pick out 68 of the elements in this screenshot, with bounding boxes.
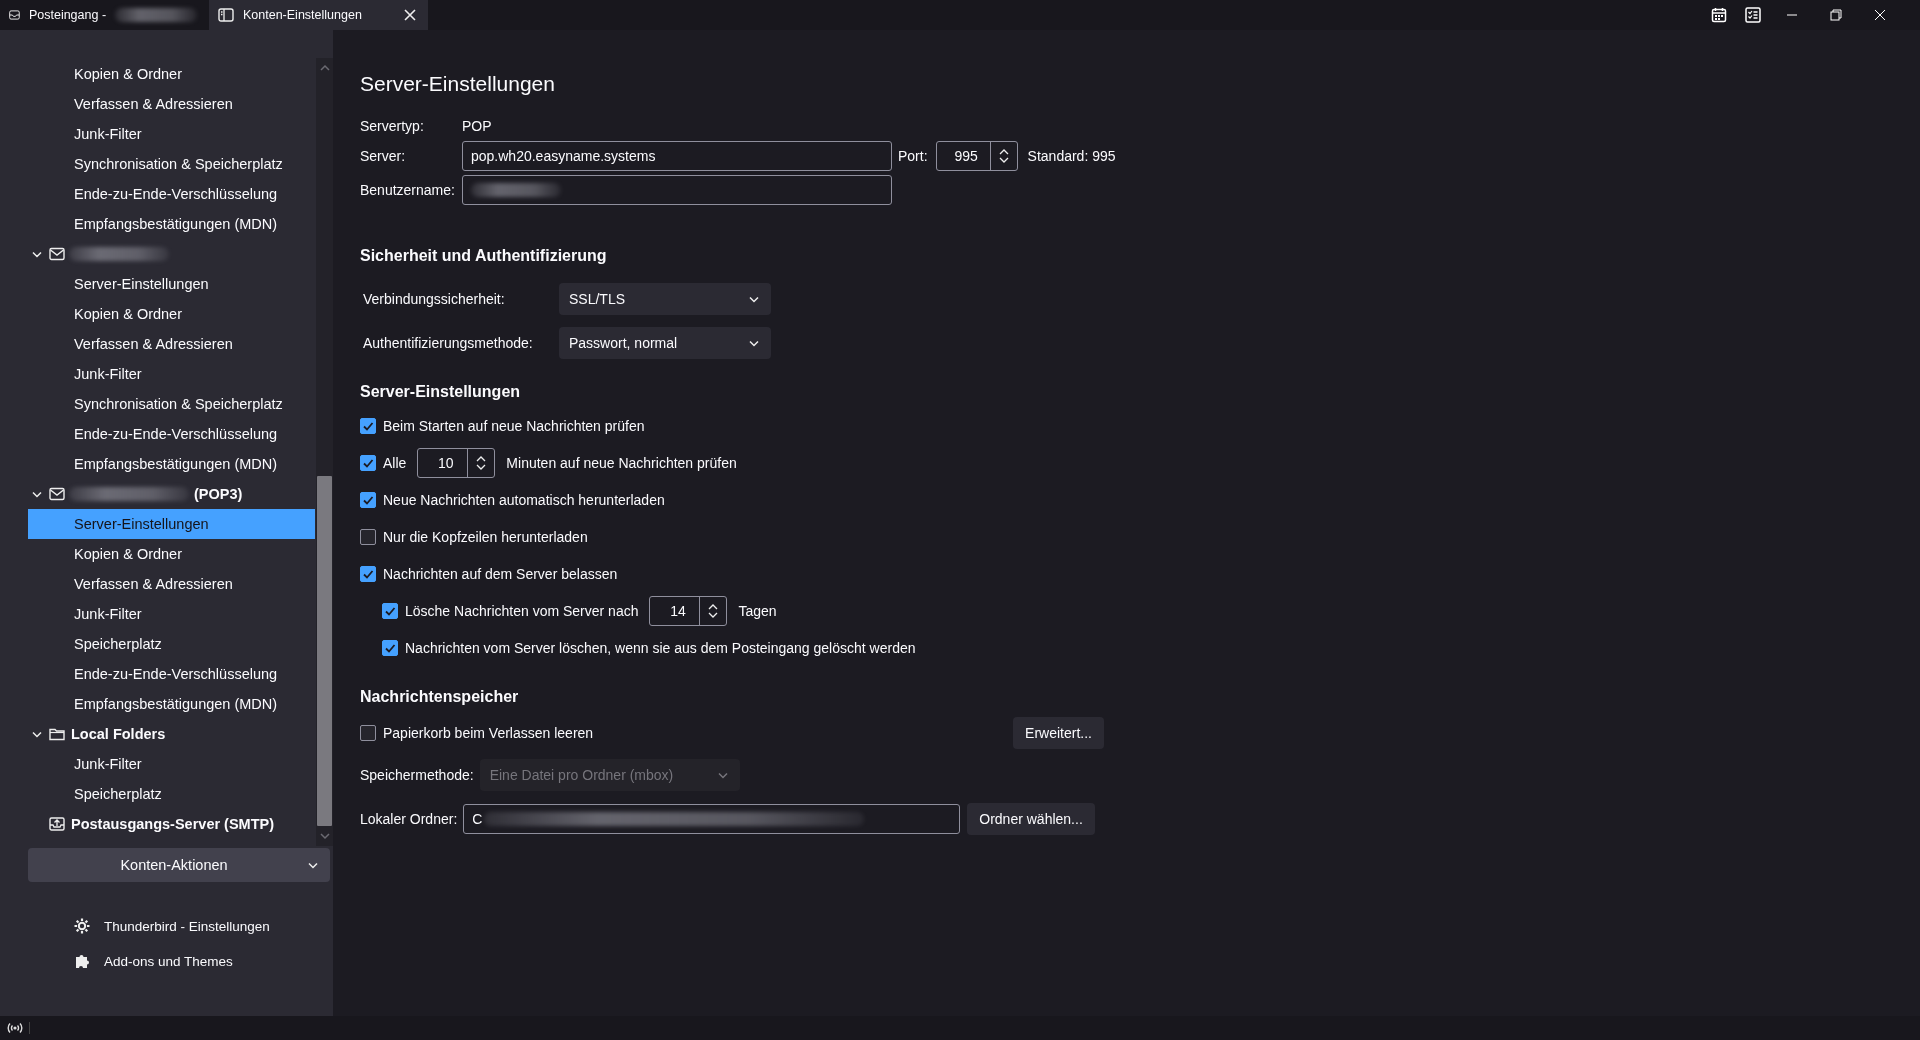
sidebar-item[interactable]: Verfassen & Adressieren — [28, 89, 316, 119]
account-row[interactable]: (POP3) — [28, 479, 316, 509]
section-heading: Server-Einstellungen — [360, 383, 522, 401]
sidebar-item[interactable]: Junk-Filter — [28, 599, 316, 629]
field-label: Server: — [360, 148, 407, 164]
sidebar-item[interactable]: Empfangsbestätigungen (MDN) — [28, 689, 316, 719]
field-label: Port: — [898, 148, 928, 164]
checkbox-label[interactable]: Papierkorb beim Verlassen leeren — [383, 724, 594, 741]
field-label: Lokaler Ordner: — [360, 811, 458, 827]
sidebar-item[interactable]: Speicherplatz — [28, 779, 316, 809]
choose-folder-button[interactable]: Ordner wählen... — [967, 803, 1095, 835]
checkbox-label[interactable]: Beim Starten auf neue Nachrichten prüfen — [383, 417, 645, 434]
sidebar-item[interactable]: Kopien & Ordner — [28, 59, 316, 89]
local-folder-field[interactable]: C — [463, 804, 961, 834]
checkbox-label[interactable]: Alle — [383, 454, 407, 471]
checkbox-label[interactable]: Nachrichten auf dem Server belassen — [383, 565, 618, 582]
sidebar-item[interactable]: Verfassen & Adressieren — [28, 329, 316, 359]
sidebar-item[interactable]: Ende-zu-Ende-Verschlüsselung — [28, 659, 316, 689]
field-label: Authentifizierungsmethode: — [362, 335, 534, 351]
account-type: (POP3) — [194, 486, 243, 502]
tab-label[interactable]: Konten-Einstellungen — [243, 8, 362, 22]
field-label: Benutzername: — [360, 182, 456, 198]
section-heading: Sicherheit und Authentifizierung — [360, 247, 608, 265]
sidebar-item[interactable]: Junk-Filter — [28, 749, 316, 779]
sidebar-item[interactable]: Junk-Filter — [28, 119, 316, 149]
number-field[interactable]: 14 — [649, 595, 728, 626]
checkbox-label[interactable]: Nur die Kopfzeilen herunterladen — [383, 528, 588, 545]
checkbox-label: Minuten auf neue Nachrichten prüfen — [506, 454, 737, 471]
sidebar-item[interactable]: Kopien & Ordner — [28, 299, 316, 329]
page-title: Server-Einstellungen — [360, 72, 556, 96]
sidebar-item[interactable]: Speicherplatz — [28, 629, 316, 659]
checkbox-label: Tagen — [738, 602, 777, 619]
sidebar-item[interactable]: Server-Einstellungen — [28, 509, 315, 539]
field-label: Verbindungssicherheit: — [362, 291, 506, 307]
sidebar-item[interactable]: Synchronisation & Speicherplatz — [28, 389, 316, 419]
footer-link[interactable]: Thunderbird - Einstellungen — [104, 918, 270, 934]
checkbox-label[interactable]: Neue Nachrichten automatisch herunterladen — [383, 491, 665, 508]
account-row[interactable]: Postausgangs-Server (SMTP) — [28, 809, 316, 839]
server-type-value: POP — [462, 117, 492, 136]
server-field[interactable]: pop.wh20.easyname.systems — [462, 141, 892, 171]
tab-label[interactable]: Posteingang - — [28, 8, 107, 22]
account-actions-button[interactable]: Konten-Aktionen — [28, 848, 330, 882]
tab[interactable]: Konten-Einstellungen — [209, 0, 428, 30]
checkbox-label[interactable]: Lösche Nachrichten vom Server nach — [405, 602, 639, 619]
sidebar-item[interactable]: Empfangsbestätigungen (MDN) — [28, 209, 316, 239]
account-name: Local Folders — [71, 726, 166, 742]
field-label: Speichermethode: — [360, 767, 474, 783]
dropdown[interactable]: SSL/TLS — [559, 283, 771, 315]
checkbox-label[interactable]: Nachrichten vom Server löschen, wenn sie aus dem Posteingang gelöscht werden — [405, 639, 916, 656]
account-name: Postausgangs-Server (SMTP) — [71, 816, 275, 832]
default-port-text: Standard: 995 — [1027, 148, 1116, 164]
sidebar-item[interactable]: Empfangsbestätigungen (MDN) — [28, 449, 316, 479]
sidebar-item[interactable]: Verfassen & Adressieren — [28, 569, 316, 599]
sidebar-item[interactable]: Junk-Filter — [28, 359, 316, 389]
advanced-button[interactable]: Erweitert... — [1013, 716, 1104, 749]
dropdown[interactable]: Passwort, normal — [559, 327, 771, 359]
footer-link[interactable]: Add-ons und Themes — [104, 953, 233, 969]
account-row[interactable]: Local Folders — [28, 719, 316, 749]
section-heading: Nachrichtenspeicher — [360, 688, 520, 706]
number-field[interactable]: 10 — [417, 447, 496, 478]
sidebar-item[interactable]: Ende-zu-Ende-Verschlüsselung — [28, 179, 316, 209]
field-label: Servertyp: — [360, 118, 425, 134]
tab[interactable]: Posteingang - — [0, 0, 209, 30]
sidebar-item[interactable]: Ende-zu-Ende-Verschlüsselung — [28, 419, 316, 449]
sidebar-item[interactable]: Synchronisation & Speicherplatz — [28, 149, 316, 179]
sidebar-item[interactable]: Kopien & Ordner — [28, 539, 316, 569]
sidebar-item[interactable]: Server-Einstellungen — [28, 269, 316, 299]
port-field[interactable]: 995 — [935, 141, 1018, 171]
